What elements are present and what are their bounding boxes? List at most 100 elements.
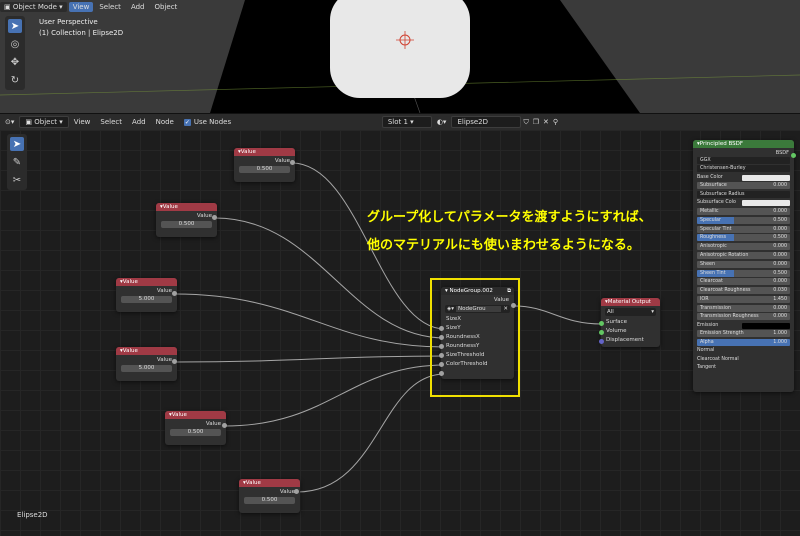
- annotation-line-2: 他のマテリアルにも使いまわせるようになる。: [367, 238, 640, 253]
- move-tool-icon[interactable]: ✥: [8, 55, 22, 69]
- value-output-label: Value: [156, 288, 172, 294]
- node-toolbar: ➤ ✎ ✂: [7, 134, 27, 190]
- bsdf-slider-transmission[interactable]: Transmission 0.000: [697, 304, 790, 312]
- highlight-frame: [430, 278, 520, 397]
- node-menu-add[interactable]: Add: [127, 117, 151, 127]
- bsdf-slider-anisotropic[interactable]: Anisotropic 0.000: [697, 243, 790, 251]
- value-field[interactable]: 0.500: [244, 497, 295, 504]
- principled-bsdf-node[interactable]: ▾ Principled BSDF BSDF GGX Christensen-B…: [693, 140, 794, 392]
- surface-socket[interactable]: [599, 321, 604, 326]
- value-output-label: Value: [196, 213, 212, 219]
- bsdf-output-label: BSDF: [775, 150, 789, 156]
- value-node[interactable]: ▾ Value Value 5.000: [116, 347, 177, 381]
- material-name-field[interactable]: Elipse2D: [451, 116, 522, 128]
- base-color-swatch[interactable]: [742, 174, 790, 181]
- viewport-toolbar: ➤ ◎ ✥ ↻: [5, 16, 25, 90]
- select-box-tool-icon[interactable]: ➤: [8, 19, 22, 33]
- target-select[interactable]: All ▾: [605, 308, 656, 316]
- node-editor-header: ⊙▾ ▣ Object ▾ View Select Add Node ✓ Use …: [0, 113, 800, 131]
- duplicate-icon[interactable]: ❐: [531, 117, 541, 127]
- value-field[interactable]: 0.500: [170, 429, 221, 436]
- input-displacement: Displacement: [606, 337, 644, 343]
- output-socket[interactable]: [172, 359, 177, 364]
- fake-user-icon[interactable]: ⛉: [521, 117, 530, 128]
- elipse-mesh: [330, 0, 470, 98]
- subsurface-method-select[interactable]: Christensen-Burley: [697, 165, 790, 173]
- subsurface-radius-field[interactable]: Subsurface Radius: [697, 191, 790, 199]
- bsdf-slider-roughness[interactable]: Roughness 0.500: [697, 234, 790, 242]
- emission-swatch[interactable]: [742, 322, 790, 329]
- object-icon: ▣: [25, 118, 35, 126]
- select-tool-icon[interactable]: ➤: [10, 137, 24, 151]
- close-icon[interactable]: ✕: [541, 117, 551, 127]
- value-field[interactable]: 5.000: [121, 296, 172, 303]
- bsdf-slider-sheen-tint[interactable]: Sheen Tint 0.500: [697, 269, 790, 277]
- bsdf-slider-clearcoat-roughness[interactable]: Clearcoat Roughness 0.030: [697, 287, 790, 295]
- cursor-tool-icon[interactable]: ◎: [8, 37, 22, 51]
- value-field[interactable]: 5.000: [121, 365, 172, 372]
- viewport-menu-add[interactable]: Add: [127, 2, 149, 12]
- value-node[interactable]: ▾ Value Value 0.500: [156, 203, 217, 237]
- viewport-menu-select[interactable]: Select: [95, 2, 125, 12]
- node-menu-select[interactable]: Select: [95, 117, 127, 127]
- annotate-tool-icon[interactable]: ✎: [10, 155, 24, 169]
- value-node[interactable]: ▾ Value Value 0.500: [239, 479, 300, 513]
- subsurface-slider[interactable]: Subsurface 0.000: [697, 182, 790, 190]
- emission-strength-slider[interactable]: Emission Strength 1.000: [697, 330, 790, 338]
- value-output-label: Value: [156, 357, 172, 363]
- subsurface-color-row: Subsurface Colo: [697, 199, 790, 207]
- link-cut-tool-icon[interactable]: ✂: [10, 173, 24, 187]
- editor-type-icon[interactable]: ⊙▾: [0, 117, 19, 127]
- output-socket[interactable]: [222, 423, 227, 428]
- bsdf-slider-sheen[interactable]: Sheen 0.000: [697, 260, 790, 268]
- input-surface: Surface: [606, 319, 627, 325]
- node-editor-canvas[interactable]: ➤ ✎ ✂ ▾ Value Value 0.500 ▾ Value Value …: [0, 130, 800, 536]
- value-field[interactable]: 0.500: [161, 221, 212, 228]
- alpha-slider[interactable]: Alpha 1.000: [697, 339, 790, 347]
- bsdf-slider-specular[interactable]: Specular 0.500: [697, 216, 790, 224]
- node-links: [174, 162, 603, 493]
- output-socket[interactable]: [294, 489, 299, 494]
- node-menu-node[interactable]: Node: [151, 117, 179, 127]
- bsdf-slider-clearcoat[interactable]: Clearcoat 0.000: [697, 278, 790, 286]
- material-output-node[interactable]: ▾ Material Output All ▾ Surface Volume Di…: [601, 298, 660, 347]
- bsdf-slider-ior[interactable]: IOR 1.450: [697, 295, 790, 303]
- output-socket[interactable]: [212, 215, 217, 220]
- distribution-select[interactable]: GGX: [697, 156, 790, 164]
- node-mode-select[interactable]: ▣ Object ▾: [19, 116, 69, 128]
- volume-socket[interactable]: [599, 330, 604, 335]
- bsdf-slider-metallic[interactable]: Metallic 0.000: [697, 208, 790, 216]
- bsdf-slider-specular-tint[interactable]: Specular Tint 0.000: [697, 225, 790, 233]
- material-browse-icon[interactable]: ◐▾: [432, 117, 452, 127]
- base-color-row: Base Color: [697, 174, 790, 182]
- subsurface-color-swatch[interactable]: [742, 200, 790, 207]
- tangent-input: Tangent: [697, 364, 717, 370]
- chevron-down-icon: ▾: [651, 309, 654, 315]
- object-mode-icon: ▣: [4, 2, 13, 11]
- viewport-mode-select[interactable]: ▣ Object Mode ▾: [0, 1, 67, 12]
- value-output-label: Value: [205, 421, 221, 427]
- pin-icon[interactable]: ⚲: [551, 117, 560, 127]
- rotate-tool-icon[interactable]: ↻: [8, 73, 22, 87]
- input-volume: Volume: [606, 328, 627, 334]
- value-node[interactable]: ▾ Value Value 0.500: [165, 411, 226, 445]
- slot-select[interactable]: Slot 1 ▾: [381, 116, 432, 128]
- 3d-viewport[interactable]: ▣ Object Mode ▾ View Select Add Object U…: [0, 0, 800, 113]
- value-field[interactable]: 0.500: [239, 166, 290, 173]
- value-node[interactable]: ▾ Value Value 5.000: [116, 278, 177, 312]
- node-menu-view[interactable]: View: [69, 117, 96, 127]
- bsdf-slider-transmission-roughness[interactable]: Transmission Roughness 0.000: [697, 313, 790, 321]
- value-node[interactable]: ▾ Value Value 0.500: [234, 148, 295, 182]
- viewport-menu-view[interactable]: View: [68, 1, 94, 12]
- displacement-socket[interactable]: [599, 339, 604, 344]
- normal-input: Normal: [697, 348, 715, 354]
- use-nodes-toggle[interactable]: ✓ Use Nodes: [179, 117, 236, 127]
- output-socket[interactable]: [172, 291, 177, 296]
- editor-footer-label: Elipse2D: [17, 511, 48, 519]
- bsdf-slider-anisotropic-rotation[interactable]: Anisotropic Rotation 0.000: [697, 252, 790, 259]
- value-output-label: Value: [274, 158, 290, 164]
- checkbox-icon: ✓: [183, 118, 191, 126]
- viewport-menu-object[interactable]: Object: [151, 2, 182, 12]
- bsdf-output-socket[interactable]: [791, 153, 796, 158]
- output-socket[interactable]: [290, 160, 295, 165]
